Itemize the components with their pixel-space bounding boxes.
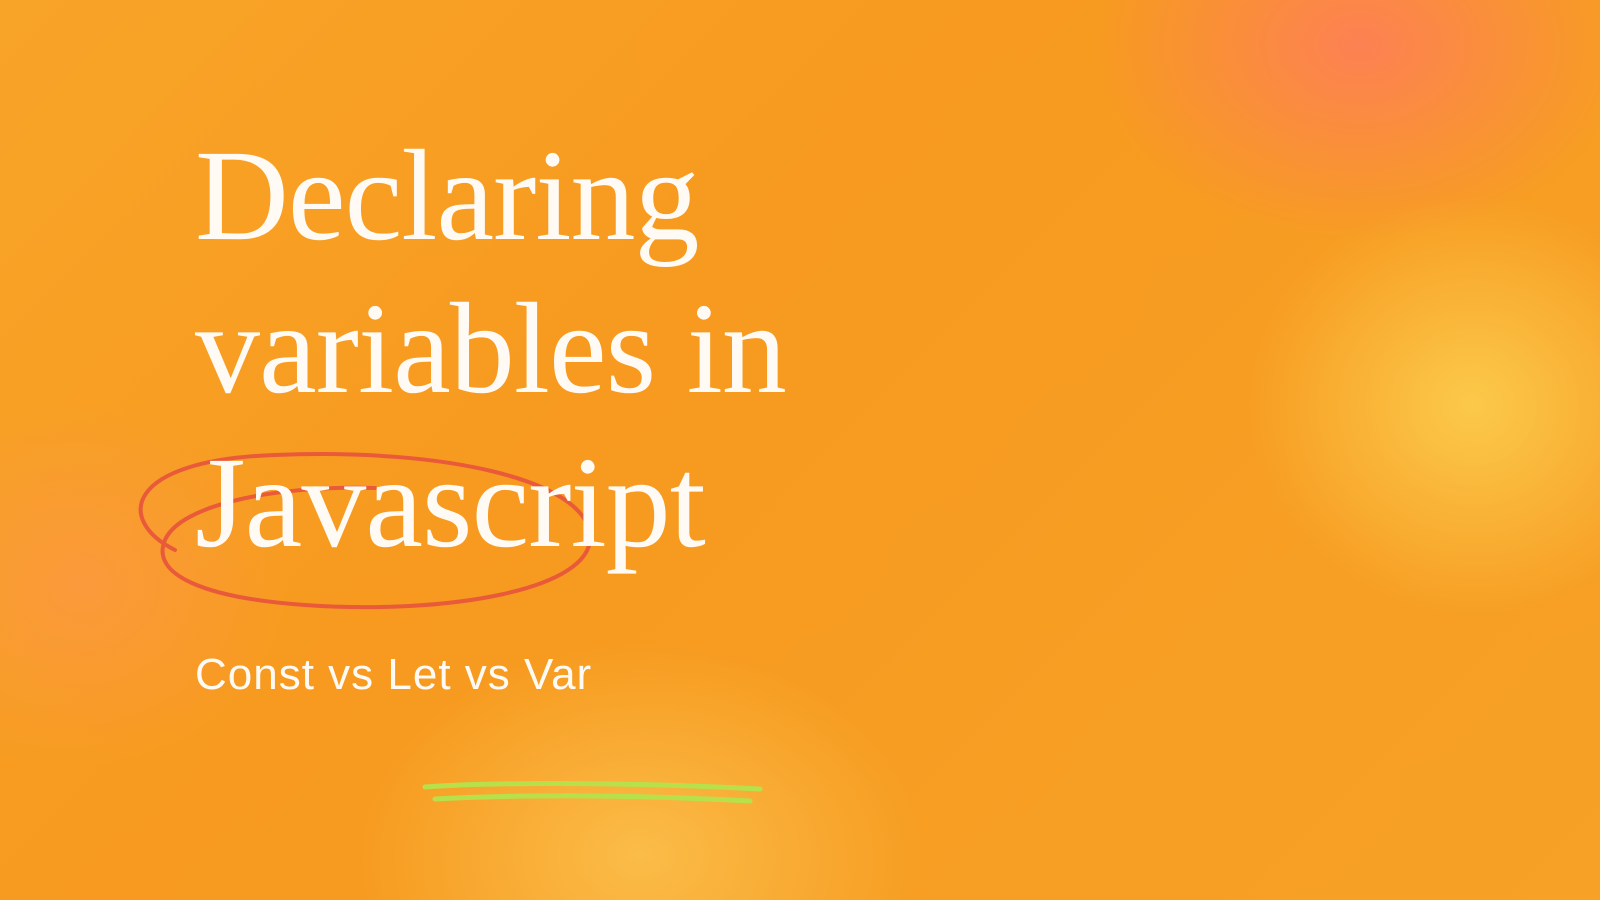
main-title: Declaring variables in Javascript	[195, 120, 1195, 580]
title-line-1: Declaring	[195, 124, 699, 268]
subtitle: Const vs Let vs Var	[195, 650, 1195, 700]
title-line-3: Javascript	[195, 431, 705, 575]
content-block: Declaring variables in Javascript Const …	[195, 120, 1195, 700]
title-line-2: variables in	[195, 277, 786, 421]
